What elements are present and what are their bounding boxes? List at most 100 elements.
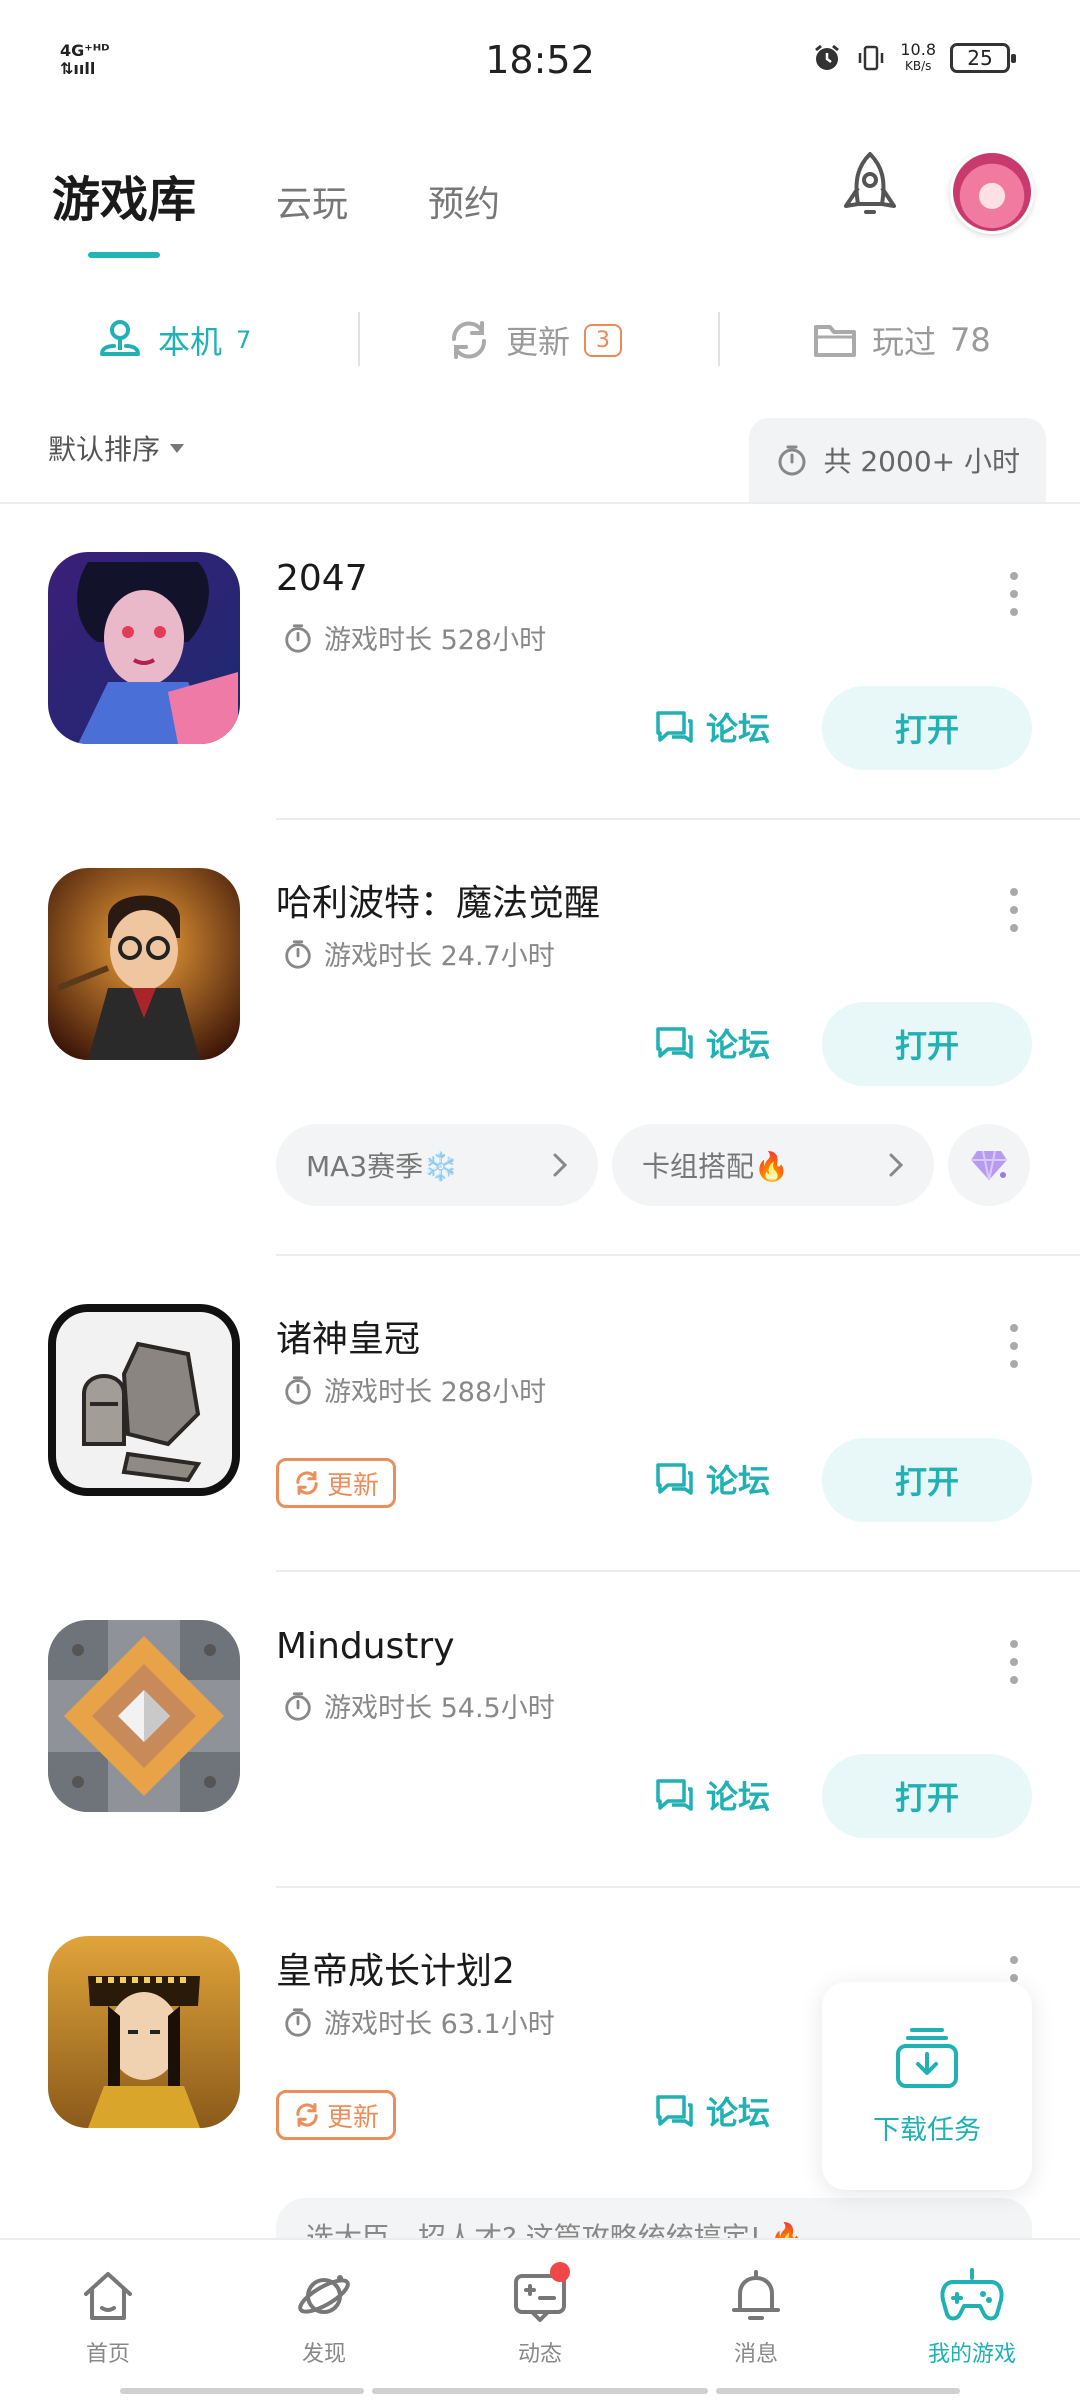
game-playtime: 游戏时长 528小时 [282,618,546,657]
list-divider [0,502,1080,504]
nav-messages[interactable]: 消息 [648,2240,864,2400]
filter-updates[interactable]: 更新 3 [446,300,623,380]
open-button[interactable]: 打开 [822,1002,1032,1086]
stopwatch-icon [285,1375,311,1405]
item-divider [276,1254,1080,1256]
playtime-label: 游戏时长 54.5小时 [324,1693,555,1724]
more-options-button[interactable] [1004,1640,1024,1684]
tab-game-library[interactable]: 游戏库 [52,160,196,230]
folder-icon [814,325,856,357]
forum-button[interactable]: 论坛 [654,704,770,750]
total-playtime: 共 2000+ 小时 [749,418,1046,502]
forum-icon [656,1463,693,1495]
caret-down-icon [170,444,185,453]
game-art [48,1620,240,1812]
filter-local-count: 7 [236,326,252,354]
game-art [48,1304,240,1496]
game-title: 2047 [276,558,368,599]
game-icon-harry-potter[interactable] [48,868,240,1060]
forum-label: 论坛 [706,710,771,748]
filter-row: 本机 7 更新 3 玩过 78 [0,300,1080,380]
forum-label: 论坛 [706,1778,771,1816]
topic-chip[interactable]: MA3赛季❄️ [276,1124,598,1206]
stopwatch-icon [778,445,806,476]
item-divider [276,818,1080,820]
forum-button[interactable]: 论坛 [654,1020,770,1066]
filter-updates-label: 更新 [506,323,571,361]
game-art [48,1936,240,2128]
game-icon-2047[interactable] [48,552,240,744]
tab-cloud-play[interactable]: 云玩 [276,175,348,227]
device-icon [100,320,140,356]
nav-home-label: 首页 [85,2342,130,2367]
game-playtime: 游戏时长 54.5小时 [282,1686,555,1725]
filter-local[interactable]: 本机 7 [96,300,251,380]
stopwatch-icon [285,1691,311,1721]
topic-chip-label: MA3赛季❄️ [306,1150,458,1183]
nav-home[interactable]: 首页 [0,2240,216,2400]
user-avatar[interactable] [950,150,1034,234]
home-indicator [372,2388,708,2394]
bottom-navigation: 首页 发现 动态 消息 我的游戏 [0,2238,1080,2400]
top-tabs: 游戏库 云玩 预约 [52,160,500,230]
download-tray-icon [896,2027,958,2088]
notification-dot [550,2262,570,2282]
open-button[interactable]: 打开 [822,686,1032,770]
stopwatch-icon [285,939,311,969]
nav-feed[interactable]: 动态 [432,2240,648,2400]
home-icon [84,2272,132,2320]
filter-divider [358,312,360,366]
filter-played[interactable]: 玩过 78 [812,300,991,380]
playtime-label: 游戏时长 288小时 [324,1377,547,1408]
chevron-right-icon [889,1153,904,1177]
game-title: 诸神皇冠 [276,1319,421,1360]
home-indicator [716,2388,960,2394]
more-options-button[interactable] [1004,1324,1024,1368]
game-icon-emperor-plan[interactable] [48,1936,240,2128]
forum-label: 论坛 [706,1026,771,1064]
nav-my-games[interactable]: 我的游戏 [864,2240,1080,2400]
filter-divider [718,312,720,366]
download-tasks-button[interactable]: 下载任务 [822,1982,1032,2190]
update-button[interactable]: 更新 [276,1458,397,1508]
forum-button[interactable]: 论坛 [654,1772,770,1818]
stopwatch-icon [285,623,311,653]
speedup-button[interactable] [830,148,910,228]
update-label: 更新 [327,2102,380,2133]
nav-my-games-label: 我的游戏 [927,2342,1016,2367]
more-options-button[interactable] [1004,572,1024,616]
tab-reservation[interactable]: 预约 [428,175,500,227]
diamond-icon [971,1150,1007,1181]
filter-played-label: 玩过 [872,323,937,361]
status-icons: 10.8 KB/s 25 [812,42,1016,74]
topic-chip[interactable]: 卡组搭配🔥 [612,1124,934,1206]
game-icon-mindustry[interactable] [48,1620,240,1812]
forum-button[interactable]: 论坛 [654,1456,770,1502]
refresh-icon [296,1471,318,1495]
update-button[interactable]: 更新 [276,2090,397,2140]
sort-dropdown[interactable]: 默认排序 [48,428,186,468]
topic-chip-label: 卡组搭配🔥 [642,1150,789,1183]
updates-count-badge: 3 [584,323,623,357]
refresh-icon [296,2103,318,2127]
open-button[interactable]: 打开 [822,1754,1032,1838]
game-icon-crown-of-gods[interactable] [48,1304,240,1496]
item-divider [276,1570,1080,1572]
total-playtime-label: 共 2000+ 小时 [823,445,1020,478]
topic-chips: MA3赛季❄️ 卡组搭配🔥 [276,1124,1030,1206]
nav-discover[interactable]: 发现 [216,2240,432,2400]
chevron-right-icon [553,1153,568,1177]
more-options-button[interactable] [1004,888,1024,932]
nav-messages-label: 消息 [733,2342,778,2367]
game-playtime: 游戏时长 24.7小时 [282,934,555,973]
game-playtime: 游戏时长 288小时 [282,1370,546,1409]
home-indicator [120,2388,364,2394]
status-bar: 4G⁺ᴴᴰ ⇅ııll 18:52 10.8 KB/s 25 [0,0,1080,120]
forum-label: 论坛 [706,1462,771,1500]
alarm-icon [815,44,840,70]
forum-button[interactable]: 论坛 [654,2088,770,2134]
vip-diamond-button[interactable] [948,1124,1030,1206]
stopwatch-icon [285,2007,311,2037]
open-button[interactable]: 打开 [822,1438,1032,1522]
item-divider [276,1886,1080,1888]
